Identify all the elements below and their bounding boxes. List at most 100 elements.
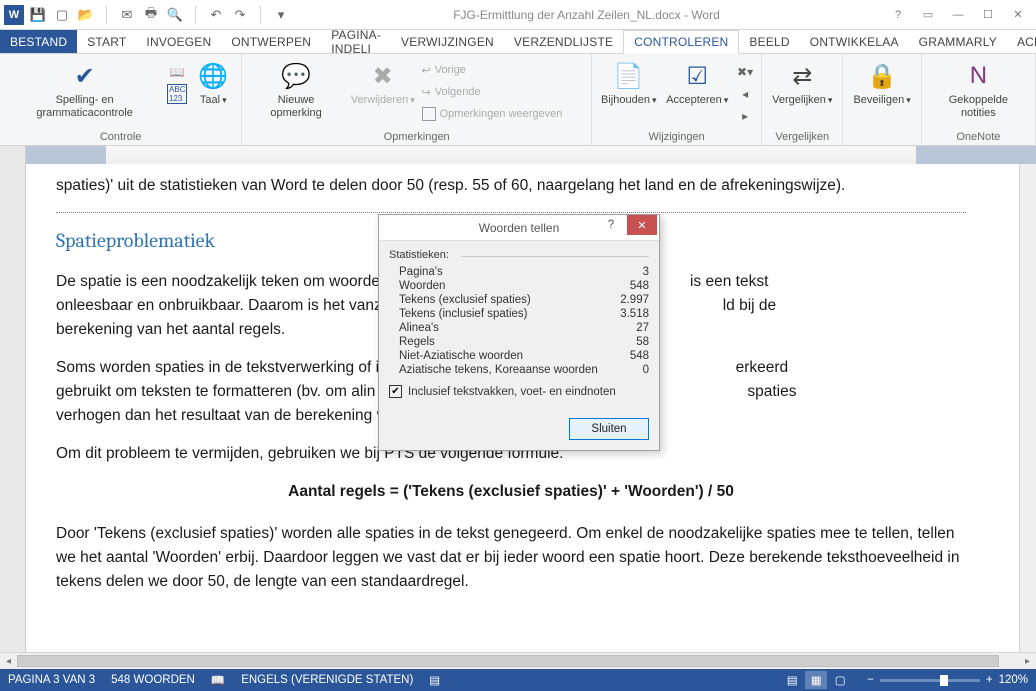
email-icon[interactable]: ✉ bbox=[119, 7, 135, 23]
stats-group-label: Statistieken: bbox=[389, 249, 649, 261]
word-count-dialog: Woorden tellen ? ✕ Statistieken: Pagina'… bbox=[378, 214, 660, 451]
tab-verzendlijsten[interactable]: VERZENDLIJSTE bbox=[504, 30, 623, 53]
next-icon: ↪ bbox=[422, 86, 431, 99]
close-icon[interactable]: ✕ bbox=[1004, 5, 1032, 25]
protect-button[interactable]: 🔒 Beveiligen bbox=[849, 58, 914, 109]
language-indicator[interactable]: ENGELS (VERENIGDE STATEN) bbox=[241, 674, 413, 686]
lock-icon: 🔒 bbox=[866, 60, 898, 92]
save-icon[interactable]: 💾 bbox=[30, 7, 46, 23]
include-footnotes-checkbox[interactable]: ✔ Inclusief tekstvakken, voet- en eindno… bbox=[389, 385, 649, 398]
tab-beeld[interactable]: BEELD bbox=[739, 30, 799, 53]
vertical-ruler[interactable] bbox=[0, 164, 26, 669]
formula-text: Aantal regels = ('Tekens (exclusief spat… bbox=[56, 480, 966, 504]
compare-icon: ⇄ bbox=[786, 60, 818, 92]
document-title: FJG-Ermittlung der Anzahl Zeilen_NL.docx… bbox=[289, 8, 884, 22]
read-mode-icon[interactable]: ▤ bbox=[781, 671, 803, 689]
dialog-titlebar[interactable]: Woorden tellen ? ✕ bbox=[379, 215, 659, 241]
next-comment-button: ↪Volgende bbox=[422, 82, 586, 102]
proof-icon[interactable]: 📖 bbox=[211, 673, 225, 687]
section-divider bbox=[56, 212, 966, 213]
maximize-icon[interactable]: ☐ bbox=[974, 5, 1002, 25]
language-button[interactable]: 🌐 Taal bbox=[191, 58, 235, 109]
zoom-level[interactable]: 120% bbox=[999, 674, 1028, 686]
onenote-icon: N bbox=[962, 60, 994, 92]
prev-icon: ↩ bbox=[422, 64, 431, 77]
open-icon[interactable]: 📂 bbox=[78, 7, 94, 23]
spelling-button[interactable]: ✔ Spelling- en grammaticacontrole bbox=[6, 58, 163, 121]
checkbox-icon: ✔ bbox=[389, 385, 402, 398]
ribbon-options-icon[interactable]: ▭ bbox=[914, 5, 942, 25]
track-changes-button[interactable]: 📄 Bijhouden bbox=[598, 58, 659, 109]
status-bar: PAGINA 3 VAN 3 548 WOORDEN 📖 ENGELS (VER… bbox=[0, 669, 1036, 691]
tab-acrobat[interactable]: ACROBAT bbox=[1007, 30, 1036, 53]
tab-invoegen[interactable]: INVOEGEN bbox=[136, 30, 221, 53]
stat-row: Regels58 bbox=[389, 335, 649, 349]
ruler-corner bbox=[0, 146, 26, 164]
stat-row: Woorden548 bbox=[389, 279, 649, 293]
dialog-close-icon[interactable]: ✕ bbox=[627, 215, 657, 235]
compare-button[interactable]: ⇄ Vergelijken bbox=[768, 58, 836, 109]
stat-row: Tekens (inclusief spaties)3.518 bbox=[389, 307, 649, 321]
page-indicator[interactable]: PAGINA 3 VAN 3 bbox=[8, 674, 95, 686]
dialog-title: Woorden tellen bbox=[479, 221, 560, 235]
close-button[interactable]: Sluiten bbox=[569, 418, 649, 440]
prev-change-icon[interactable]: ◂ bbox=[735, 84, 755, 104]
quick-access-toolbar: 💾 ▢ 📂 ✉ 🖶 🔍 ↶ ↷ ▾ bbox=[30, 6, 289, 24]
tab-file[interactable]: BESTAND bbox=[0, 30, 77, 53]
group-controle: ✔ Spelling- en grammaticacontrole 📖 ABC1… bbox=[0, 54, 242, 145]
print-layout-icon[interactable]: ▦ bbox=[805, 671, 827, 689]
horizontal-ruler[interactable] bbox=[26, 146, 1036, 164]
zoom-controls: − + 120% bbox=[867, 674, 1028, 686]
scroll-thumb[interactable] bbox=[17, 655, 999, 667]
stat-row: Aziatische tekens, Koreaanse woorden0 bbox=[389, 363, 649, 377]
accept-icon: ☑ bbox=[681, 60, 713, 92]
wordcount-icon[interactable]: ABC123 bbox=[167, 84, 187, 104]
stat-row: Pagina's3 bbox=[389, 265, 649, 279]
tab-grammarly[interactable]: GRAMMARLY bbox=[909, 30, 1007, 53]
group-label: Vergelijken bbox=[762, 131, 842, 145]
tab-verwijzingen[interactable]: VERWIJZINGEN bbox=[391, 30, 504, 53]
dialog-help-icon[interactable]: ? bbox=[597, 215, 625, 235]
stat-row: Tekens (exclusief spaties)2.997 bbox=[389, 293, 649, 307]
help-icon[interactable]: ? bbox=[884, 5, 912, 25]
redo-icon[interactable]: ↷ bbox=[232, 7, 248, 23]
group-label: OneNote bbox=[922, 131, 1035, 145]
accept-button[interactable]: ☑ Accepteren bbox=[663, 58, 731, 109]
zoom-in-icon[interactable]: + bbox=[986, 674, 993, 686]
ruler-row bbox=[0, 146, 1036, 164]
horizontal-scrollbar[interactable]: ◂ ▸ bbox=[0, 652, 1036, 669]
new-comment-button[interactable]: 💬 Nieuwe opmerking bbox=[248, 58, 344, 121]
new-icon[interactable]: ▢ bbox=[54, 7, 70, 23]
view-switcher: ▤ ▦ ▢ bbox=[781, 671, 851, 689]
tab-ontwerpen[interactable]: ONTWERPEN bbox=[221, 30, 321, 53]
preview-icon[interactable]: 🔍 bbox=[167, 7, 183, 23]
zoom-slider[interactable] bbox=[880, 679, 980, 682]
tab-start[interactable]: START bbox=[77, 30, 136, 53]
next-change-icon[interactable]: ▸ bbox=[735, 106, 755, 126]
tab-controleren[interactable]: CONTROLEREN bbox=[623, 30, 739, 54]
qat-customize-icon[interactable]: ▾ bbox=[273, 7, 289, 23]
globe-icon: 🌐 bbox=[197, 60, 229, 92]
stat-row: Alinea's27 bbox=[389, 321, 649, 335]
onenote-button[interactable]: N Gekoppelde notities bbox=[928, 58, 1029, 121]
macro-icon[interactable]: ▤ bbox=[429, 673, 440, 687]
minimize-icon[interactable]: — bbox=[944, 5, 972, 25]
group-label: Controle bbox=[0, 131, 241, 145]
tab-ontwikkelaar[interactable]: ONTWIKKELAA bbox=[800, 30, 909, 53]
undo-icon[interactable]: ↶ bbox=[208, 7, 224, 23]
new-comment-icon: 💬 bbox=[280, 60, 312, 92]
scroll-right-icon[interactable]: ▸ bbox=[1019, 653, 1036, 670]
thesaurus-icon[interactable]: 📖 bbox=[167, 62, 187, 82]
word-count[interactable]: 548 WOORDEN bbox=[111, 674, 195, 686]
tab-pagina-indeling[interactable]: PAGINA-INDELI bbox=[321, 30, 391, 53]
word-app-icon: W bbox=[4, 5, 24, 25]
body-text: spaties)' uit de statistieken van Word t… bbox=[56, 174, 966, 198]
stat-row: Niet-Aziatische woorden548 bbox=[389, 349, 649, 363]
vertical-scrollbar[interactable] bbox=[1019, 164, 1036, 652]
reject-icon[interactable]: ✖▾ bbox=[735, 62, 755, 82]
web-layout-icon[interactable]: ▢ bbox=[829, 671, 851, 689]
group-beveiligen: 🔒 Beveiligen bbox=[843, 54, 921, 145]
print-icon[interactable]: 🖶 bbox=[143, 7, 159, 23]
zoom-out-icon[interactable]: − bbox=[867, 674, 874, 686]
scroll-left-icon[interactable]: ◂ bbox=[0, 653, 17, 670]
